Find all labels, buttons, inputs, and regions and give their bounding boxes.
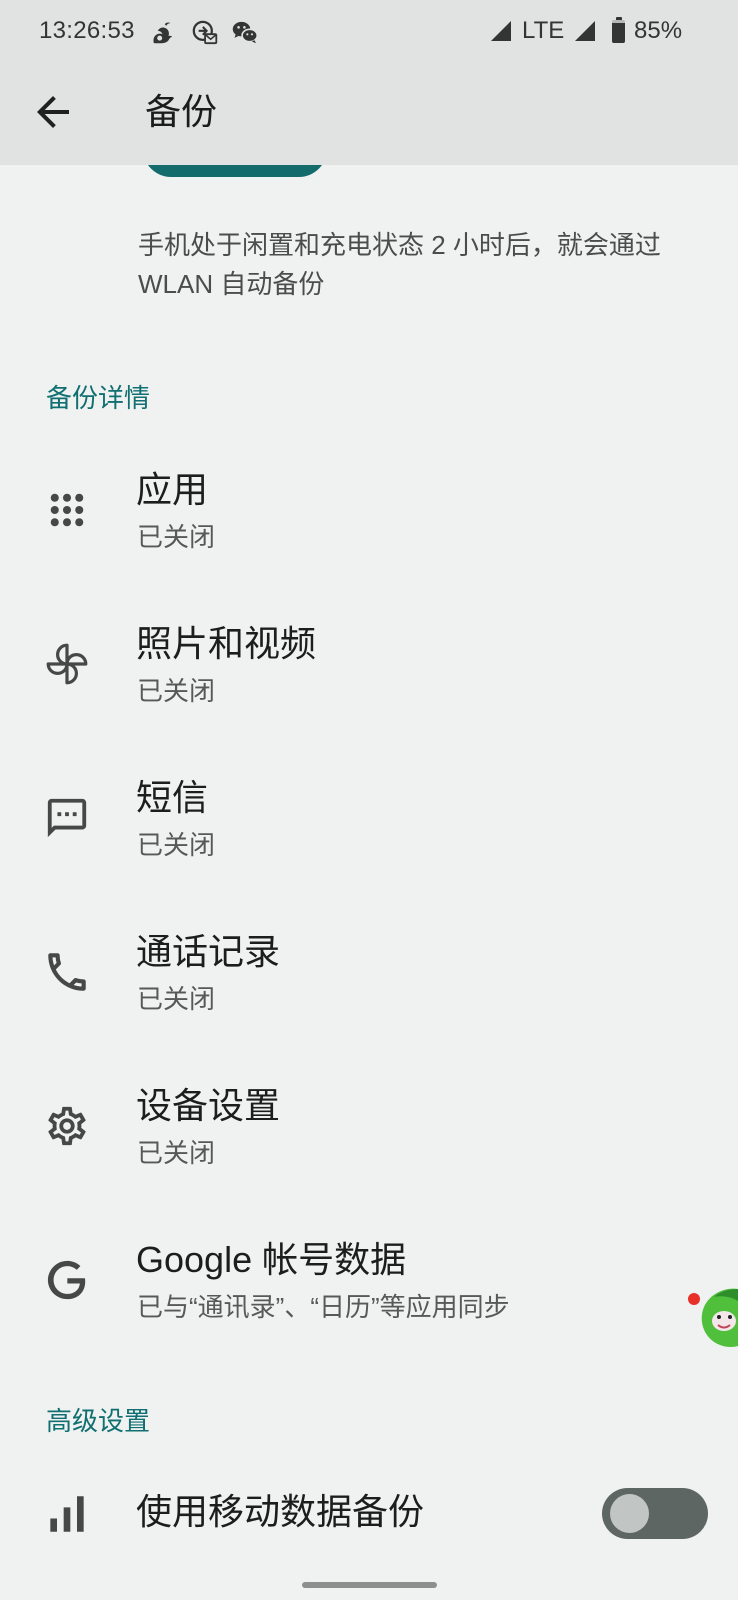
floating-mascot-bubble[interactable] xyxy=(686,1283,738,1349)
phone-icon xyxy=(42,947,92,997)
battery-fill xyxy=(612,23,625,43)
backup-item-title: 通话记录 xyxy=(136,931,281,972)
backup-item-status: 已关闭 xyxy=(137,984,216,1014)
backup-item-status: 已关闭 xyxy=(137,522,216,552)
backup-item-device-settings[interactable]: 设备设置 已关闭 xyxy=(0,1052,738,1206)
photos-pinwheel-icon xyxy=(42,639,92,689)
backup-item-status: 已关闭 xyxy=(137,830,216,860)
wechat-icon xyxy=(231,18,259,46)
cell-signal-icon xyxy=(573,19,597,43)
page-title: 备份 xyxy=(145,91,218,132)
app-bar: 备份 xyxy=(0,62,738,165)
battery-percent: 85% xyxy=(634,17,683,44)
backup-item-title: Google 帐号数据 xyxy=(136,1239,407,1280)
backup-item-title: 照片和视频 xyxy=(136,623,317,664)
battery-body xyxy=(612,20,625,43)
mobile-data-backup-label: 使用移动数据备份 xyxy=(136,1491,425,1532)
section-header-advanced-settings: 高级设置 xyxy=(46,1406,151,1436)
gesture-nav-handle[interactable] xyxy=(302,1582,437,1588)
action-button-shape xyxy=(143,165,327,177)
mobile-data-backup-row[interactable]: 使用移动数据备份 xyxy=(0,1448,738,1578)
squirrel-app-icon xyxy=(148,18,176,46)
backup-item-title: 应用 xyxy=(136,469,209,510)
mail-app-icon xyxy=(190,18,218,46)
backup-item-call-history[interactable]: 通话记录 已关闭 xyxy=(0,898,738,1052)
sms-icon xyxy=(42,793,92,843)
section-header-backup-details: 备份详情 xyxy=(46,383,151,413)
bar-chart-icon xyxy=(42,1489,92,1539)
backup-item-status: 已关闭 xyxy=(137,1138,216,1168)
backup-item-title: 短信 xyxy=(136,777,209,818)
gear-icon xyxy=(42,1101,92,1151)
backup-item-status: 已关闭 xyxy=(137,676,216,706)
backup-item-photos-videos[interactable]: 照片和视频 已关闭 xyxy=(0,590,738,744)
cell-signal-icon xyxy=(489,19,513,43)
toggle-thumb xyxy=(610,1494,649,1533)
description-line: 手机处于闲置和充电状态 2 小时后，就会通过 xyxy=(138,230,661,260)
google-g-icon xyxy=(42,1255,92,1305)
description-line: WLAN 自动备份 xyxy=(138,269,325,299)
arrow-back-icon xyxy=(37,96,69,128)
backup-item-sms[interactable]: 短信 已关闭 xyxy=(0,744,738,898)
partial-action-button[interactable] xyxy=(143,165,327,177)
backup-schedule-description: 手机处于闲置和充电状态 2 小时后，就会通过 WLAN 自动备份 xyxy=(138,226,661,304)
status-bar: 13:26:53 LTE 85% xyxy=(0,0,738,62)
apps-grid-icon xyxy=(42,485,92,535)
battery-icon xyxy=(612,17,625,43)
network-type: LTE xyxy=(522,17,565,44)
backup-item-google-account-data[interactable]: Google 帐号数据 已与“通讯录”、“日历”等应用同步 xyxy=(0,1206,738,1360)
backup-settings-screen: 13:26:53 LTE 85% 备份 手机处于闲置和充电状态 2 小时后，就会… xyxy=(0,0,738,1600)
back-button[interactable] xyxy=(29,88,77,136)
backup-item-title: 设备设置 xyxy=(136,1085,281,1126)
backup-item-apps[interactable]: 应用 已关闭 xyxy=(0,436,738,590)
status-time: 13:26:53 xyxy=(39,17,135,44)
mobile-data-toggle[interactable] xyxy=(602,1488,708,1539)
backup-item-status: 已与“通讯录”、“日历”等应用同步 xyxy=(137,1292,510,1322)
